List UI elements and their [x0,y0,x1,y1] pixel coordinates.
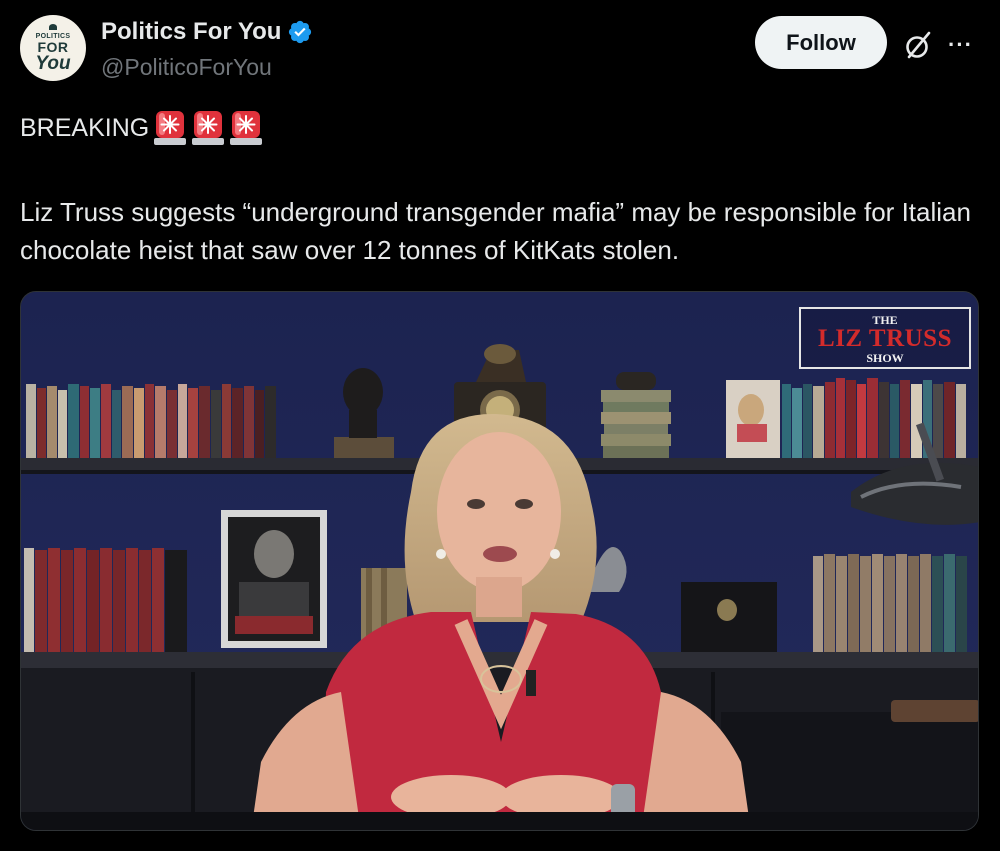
breaking-label: BREAKING [20,113,150,142]
breaking-line: BREAKING [20,110,263,146]
show-logo-bottom: SHOW [866,351,904,365]
author-display-name[interactable]: Politics For You [101,18,281,46]
verified-badge-icon[interactable] [287,19,313,45]
author-name-row: Politics For You [101,18,313,46]
post-video-thumbnail[interactable]: THE LIZ TRUSS SHOW [20,291,979,831]
show-logo-name: LIZ TRUSS [818,325,952,352]
bookshelf-lower-left [24,548,187,652]
video-frame-illustration [21,292,978,830]
siren-emoji-icon [191,110,225,146]
siren-emoji-icon [153,110,187,146]
avatar[interactable]: POLITICS FOR You [20,15,86,81]
avatar-line-2: FOR [37,38,69,55]
framed-portrait [221,510,327,648]
more-options-icon[interactable]: ··· [948,32,978,57]
siren-emoji-icon [229,110,263,146]
bookshelf-upper-left [26,384,276,460]
follow-button[interactable]: Follow [755,16,887,69]
grok-slash-circle-icon[interactable] [902,28,936,62]
post-card: POLITICS FOR You Politics For You @Polit… [0,0,1000,851]
avatar-logo-mark [49,23,57,30]
show-logo: THE LIZ TRUSS SHOW [799,307,971,369]
post-text: Liz Truss suggests “underground transgen… [20,197,971,265]
author-handle[interactable]: @PoliticoForYou [101,54,272,81]
avatar-line-3: You [35,52,71,74]
